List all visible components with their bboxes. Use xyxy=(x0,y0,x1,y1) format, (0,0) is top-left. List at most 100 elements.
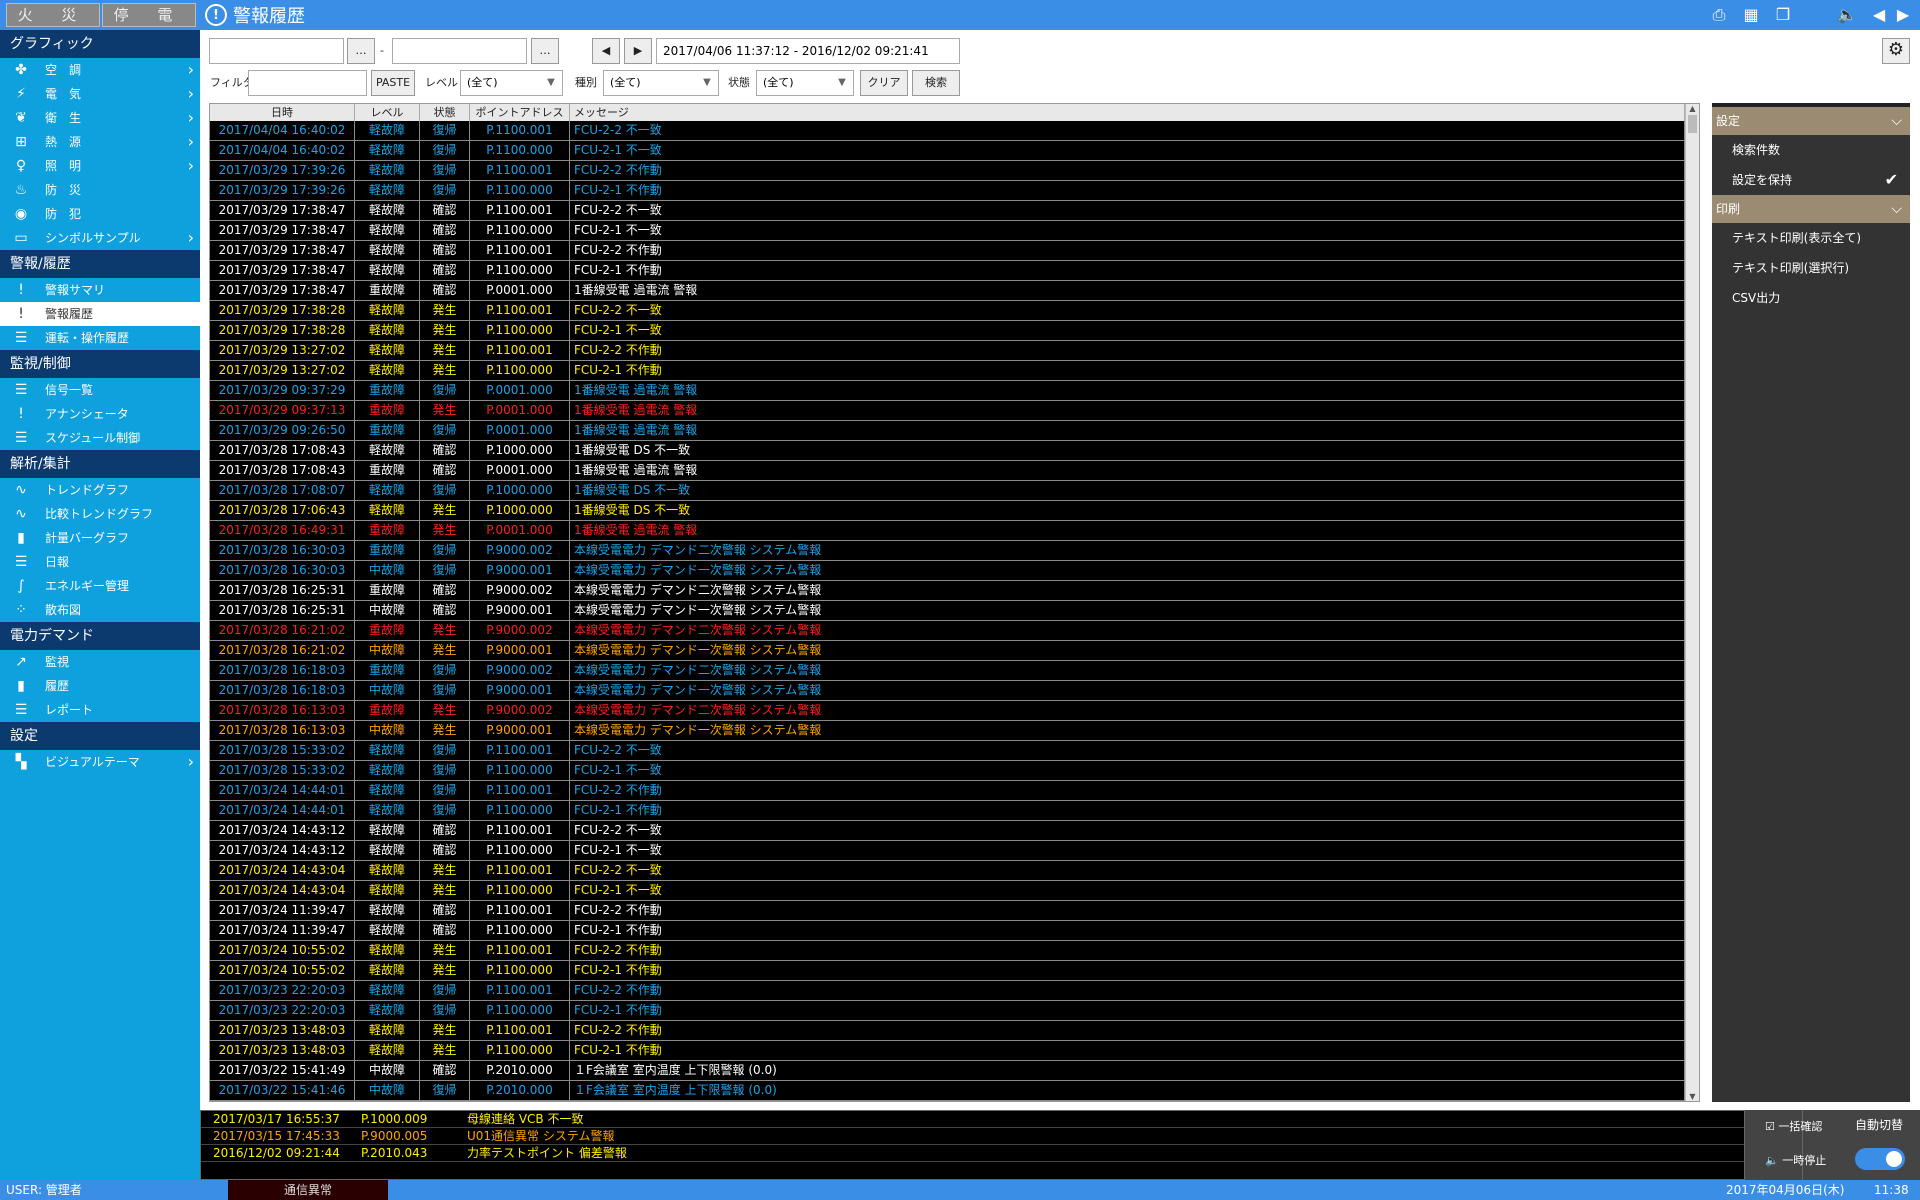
sidebar-item-graphic-4[interactable]: ♀ 照 明 › xyxy=(0,154,200,178)
sidebar-item-analysis-2[interactable]: ▮ 計量バーグラフ xyxy=(0,526,200,550)
table-row[interactable]: 2017/03/28 16:18:03 中故障 復帰 P.9000.001 本線受電電力… xyxy=(210,681,1685,701)
table-row[interactable]: 2017/03/22 15:41:49 中故障 確認 P.2010.000 １F会議室 … xyxy=(210,1061,1685,1081)
col-state[interactable]: 状態 xyxy=(420,104,470,121)
start-date-picker-button[interactable]: … xyxy=(347,38,375,64)
scroll-down-icon[interactable]: ▼ xyxy=(1686,1092,1699,1101)
end-date-picker-button[interactable]: … xyxy=(531,38,559,64)
window-icon[interactable]: ❐ xyxy=(1772,5,1794,25)
table-row[interactable]: 2017/03/24 14:43:12 軽故障 確認 P.1100.000 FCU-2-… xyxy=(210,841,1685,861)
csv-export-item[interactable]: CSV出力 xyxy=(1712,283,1910,313)
pause-button[interactable]: 🔈 一時停止 xyxy=(1765,1152,1826,1168)
table-row[interactable]: 2017/03/28 16:18:03 重故障 復帰 P.9000.002 本線受電電力… xyxy=(210,661,1685,681)
next-button[interactable]: ▶ xyxy=(624,38,652,64)
sidebar-item-demand-0[interactable]: ↗ 監視 xyxy=(0,650,200,674)
speaker-icon[interactable]: 🔈 xyxy=(1836,5,1858,25)
kind-select[interactable]: (全て) ▼ xyxy=(603,70,719,96)
table-row[interactable]: 2017/03/28 15:33:02 軽故障 復帰 P.1100.000 FCU-2-… xyxy=(210,761,1685,781)
table-row[interactable]: 2017/03/28 15:33:02 軽故障 復帰 P.1100.001 FCU-2-… xyxy=(210,741,1685,761)
scroll-thumb[interactable] xyxy=(1688,115,1697,133)
table-row[interactable]: 2017/03/29 09:37:13 重故障 発生 P.0001.000 1番線受電 … xyxy=(210,401,1685,421)
table-row[interactable]: 2017/03/22 15:41:46 中故障 復帰 P.2010.000 １F会議室 … xyxy=(210,1081,1685,1101)
state-select[interactable]: (全て) ▼ xyxy=(756,70,854,96)
sidebar-item-alarm-1[interactable]: ! 警報履歴 xyxy=(0,302,200,326)
table-row[interactable]: 2017/03/28 16:13:03 中故障 発生 P.9000.001 本線受電電力… xyxy=(210,721,1685,741)
table-row[interactable]: 2017/03/29 13:27:02 軽故障 発生 P.1100.000 FCU-2-… xyxy=(210,361,1685,381)
gear-icon[interactable]: ⚙ xyxy=(1882,38,1910,64)
end-date-input[interactable] xyxy=(392,38,527,64)
col-level[interactable]: レベル xyxy=(355,104,420,121)
level-select[interactable]: (全て) ▼ xyxy=(460,70,563,96)
table-row[interactable]: 2017/03/28 16:49:31 重故障 発生 P.0001.000 1番線受電 … xyxy=(210,521,1685,541)
table-row[interactable]: 2017/03/29 17:39:26 軽故障 復帰 P.1100.001 FCU-2-… xyxy=(210,161,1685,181)
table-row[interactable]: 2017/03/24 14:44:01 軽故障 復帰 P.1100.000 FCU-2-… xyxy=(210,801,1685,821)
table-row[interactable]: 2017/03/23 22:20:03 軽故障 復帰 P.1100.000 FCU-2-… xyxy=(210,1001,1685,1021)
table-row[interactable]: 2017/03/24 11:39:47 軽故障 確認 P.1100.001 FCU-2-… xyxy=(210,901,1685,921)
table-row[interactable]: 2017/03/29 17:38:47 軽故障 確認 P.1100.001 FCU-2-… xyxy=(210,201,1685,221)
grid-view-icon[interactable]: ▦ xyxy=(1740,5,1762,25)
sidebar-item-analysis-1[interactable]: ∿ 比較トレンドグラフ xyxy=(0,502,200,526)
paste-button[interactable]: PASTE xyxy=(371,70,415,96)
sidebar-item-demand-2[interactable]: ☰ レポート xyxy=(0,698,200,722)
table-row[interactable]: 2017/03/24 11:39:47 軽故障 確認 P.1100.000 FCU-2-… xyxy=(210,921,1685,941)
sidebar-item-alarm-2[interactable]: ☰ 運転・操作履歴 xyxy=(0,326,200,350)
table-row[interactable]: 2017/03/23 13:48:03 軽故障 発生 P.1100.000 FCU-2-… xyxy=(210,1041,1685,1061)
table-row[interactable]: 2017/03/28 16:25:31 中故障 確認 P.9000.001 本線受電電力… xyxy=(210,601,1685,621)
settings-section-header[interactable]: 設定 ⌵ xyxy=(1712,107,1910,135)
sidebar-item-monitor-1[interactable]: ! アナンシェータ xyxy=(0,402,200,426)
scroll-up-icon[interactable]: ▲ xyxy=(1686,104,1699,113)
print-icon[interactable]: ⎙ xyxy=(1708,5,1730,25)
print-all-item[interactable]: テキスト印刷(表示全て) xyxy=(1712,223,1910,253)
table-row[interactable]: 2017/03/28 17:06:43 軽故障 発生 P.1000.000 1番線受電 … xyxy=(210,501,1685,521)
filter-input[interactable] xyxy=(248,70,367,96)
search-button[interactable]: 検索 xyxy=(912,70,960,96)
sidebar-item-analysis-4[interactable]: ∫ エネルギー管理 xyxy=(0,574,200,598)
clear-button[interactable]: クリア xyxy=(860,70,908,96)
keep-settings-item[interactable]: 設定を保持 ✔ xyxy=(1712,165,1910,195)
prev-button[interactable]: ◀ xyxy=(592,38,620,64)
forward-icon[interactable]: ▶ xyxy=(1892,5,1914,25)
sidebar-item-monitor-0[interactable]: ☰ 信号一覧 xyxy=(0,378,200,402)
print-section-header[interactable]: 印刷 ⌵ xyxy=(1712,195,1910,223)
table-row[interactable]: 2017/03/28 16:21:02 中故障 発生 P.9000.001 本線受電電力… xyxy=(210,641,1685,661)
table-row[interactable]: 2017/03/29 09:26:50 重故障 復帰 P.0001.000 1番線受電 … xyxy=(210,421,1685,441)
table-row[interactable]: 2017/03/24 14:43:12 軽故障 確認 P.1100.001 FCU-2-… xyxy=(210,821,1685,841)
sidebar-item-alarm-0[interactable]: ! 警報サマリ xyxy=(0,278,200,302)
back-icon[interactable]: ◀ xyxy=(1868,5,1890,25)
table-row[interactable]: 2017/04/04 16:40:02 軽故障 復帰 P.1100.000 FCU-2-… xyxy=(210,141,1685,161)
bottom-alarm-row[interactable]: 2016/12/02 09:21:44 P.2010.043 力率テストポイント 偏… xyxy=(201,1145,1744,1162)
print-selected-item[interactable]: テキスト印刷(選択行) xyxy=(1712,253,1910,283)
sidebar-item-analysis-0[interactable]: ∿ トレンドグラフ xyxy=(0,478,200,502)
table-row[interactable]: 2017/03/23 22:20:03 軽故障 復帰 P.1100.001 FCU-2-… xyxy=(210,981,1685,1001)
bulk-confirm-button[interactable]: ☑ 一括確認 xyxy=(1765,1118,1822,1134)
table-row[interactable]: 2017/03/24 14:43:04 軽故障 発生 P.1100.000 FCU-2-… xyxy=(210,881,1685,901)
bottom-alarm-row[interactable]: 2017/03/17 16:55:37 P.1000.009 母線連絡 VCB 不一… xyxy=(201,1111,1744,1128)
sidebar-item-graphic-0[interactable]: ✤ 空 調 › xyxy=(0,58,200,82)
bottom-alarm-row[interactable]: 2017/03/15 17:45:33 P.9000.005 U01通信異常 システ… xyxy=(201,1128,1744,1145)
table-row[interactable]: 2017/03/24 10:55:02 軽故障 発生 P.1100.001 FCU-2-… xyxy=(210,941,1685,961)
sidebar-item-graphic-2[interactable]: ❦ 衛 生 › xyxy=(0,106,200,130)
table-row[interactable]: 2017/03/28 16:13:03 重故障 発生 P.9000.002 本線受電電力… xyxy=(210,701,1685,721)
fire-button[interactable]: 火 災 xyxy=(6,3,100,27)
table-row[interactable]: 2017/03/29 17:38:47 重故障 確認 P.0001.000 1番線受電 … xyxy=(210,281,1685,301)
power-outage-button[interactable]: 停 電 xyxy=(102,3,196,27)
table-row[interactable]: 2017/03/29 17:38:47 軽故障 確認 P.1100.001 FCU-2-… xyxy=(210,241,1685,261)
sidebar-item-analysis-3[interactable]: ☰ 日報 xyxy=(0,550,200,574)
table-row[interactable]: 2017/03/24 14:43:04 軽故障 発生 P.1100.001 FCU-2-… xyxy=(210,861,1685,881)
table-row[interactable]: 2017/03/24 10:55:02 軽故障 発生 P.1100.000 FCU-2-… xyxy=(210,961,1685,981)
table-row[interactable]: 2017/03/29 13:27:02 軽故障 発生 P.1100.001 FCU-2-… xyxy=(210,341,1685,361)
table-row[interactable]: 2017/03/24 14:44:01 軽故障 復帰 P.1100.001 FCU-2-… xyxy=(210,781,1685,801)
sidebar-item-graphic-1[interactable]: ⚡ 電 気 › xyxy=(0,82,200,106)
col-datetime[interactable]: 日時 xyxy=(210,104,355,121)
comm-error-badge[interactable]: 通信異常 xyxy=(228,1180,388,1200)
search-count-item[interactable]: 検索件数 xyxy=(1712,135,1910,165)
table-row[interactable]: 2017/03/28 16:21:02 重故障 発生 P.9000.002 本線受電電力… xyxy=(210,621,1685,641)
table-row[interactable]: 2017/03/29 17:38:28 軽故障 発生 P.1100.001 FCU-2-… xyxy=(210,301,1685,321)
col-point-address[interactable]: ポイントアドレス xyxy=(470,104,570,121)
sidebar-item-graphic-5[interactable]: ♨ 防 災 xyxy=(0,178,200,202)
start-date-input[interactable] xyxy=(209,38,344,64)
col-message[interactable]: メッセージ xyxy=(570,104,1685,121)
sidebar-item-monitor-2[interactable]: ☰ スケジュール制御 xyxy=(0,426,200,450)
table-row[interactable]: 2017/04/04 16:40:02 軽故障 復帰 P.1100.001 FCU-2-… xyxy=(210,121,1685,141)
sidebar-item-graphic-6[interactable]: ◉ 防 犯 xyxy=(0,202,200,226)
table-row[interactable]: 2017/03/28 16:30:03 中故障 復帰 P.9000.001 本線受電電力… xyxy=(210,561,1685,581)
